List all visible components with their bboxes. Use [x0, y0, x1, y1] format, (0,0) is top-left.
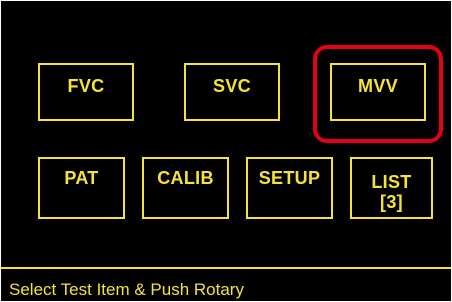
fvc-button[interactable]: FVC — [38, 63, 134, 121]
status-message: Select Test Item & Push Rotary — [9, 280, 244, 299]
pat-button[interactable]: PAT — [38, 157, 125, 219]
mvv-button-label: MVV — [358, 76, 398, 96]
svc-button[interactable]: SVC — [184, 63, 280, 121]
list-button-label: LIST — [371, 172, 412, 192]
fvc-button-label: FVC — [67, 76, 105, 96]
list-button[interactable]: LIST [3] — [350, 157, 433, 219]
pat-button-label: PAT — [64, 168, 99, 188]
calib-button-label: CALIB — [157, 168, 214, 188]
setup-button[interactable]: SETUP — [246, 157, 333, 219]
status-divider — [1, 267, 451, 269]
setup-button-label: SETUP — [258, 168, 321, 188]
list-count-badge: [3] — [380, 192, 403, 212]
calib-button[interactable]: CALIB — [142, 157, 229, 219]
svc-button-label: SVC — [213, 76, 251, 96]
mvv-button[interactable]: MVV — [330, 63, 426, 121]
lcd-display: FVC SVC MVV PAT CALIB SETUP LIST [3] Sel… — [1, 1, 451, 301]
device-screen: FVC SVC MVV PAT CALIB SETUP LIST [3] Sel… — [0, 0, 452, 302]
